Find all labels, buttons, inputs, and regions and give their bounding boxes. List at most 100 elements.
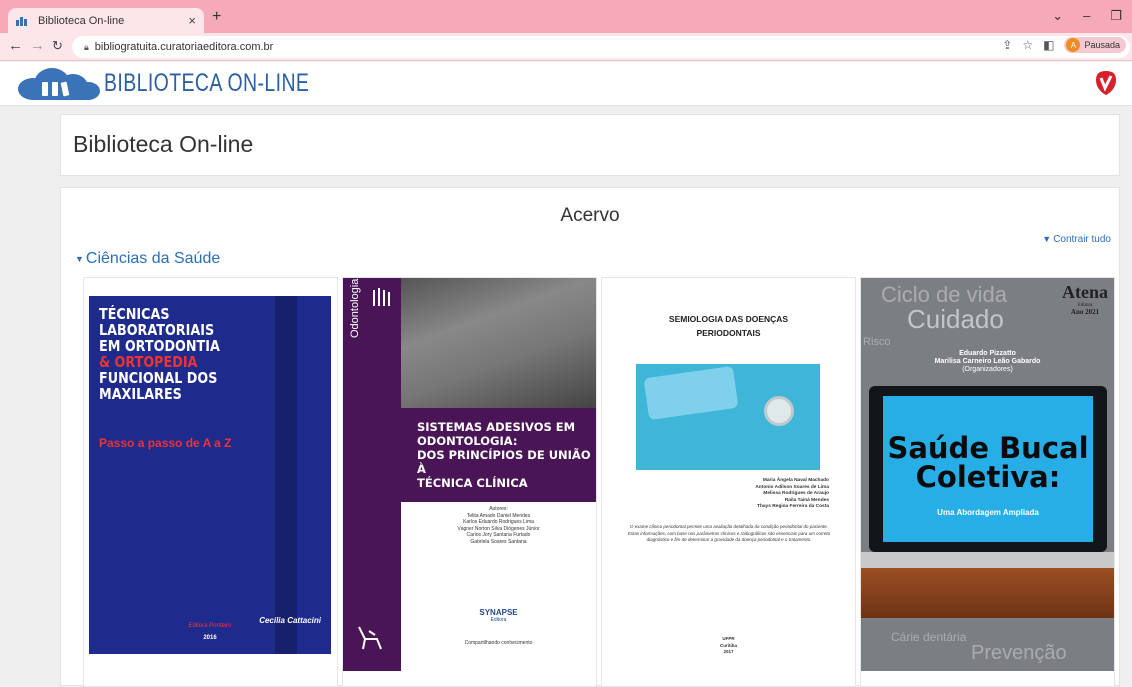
spine-label: Odontologia (349, 278, 361, 338)
book-year: 2016 (203, 635, 217, 641)
toolbar-actions: ⇪ ☆ ◧ A Pausada (1002, 37, 1126, 53)
background-word: Risco (863, 336, 891, 348)
restore-icon[interactable]: ❐ (1110, 8, 1122, 24)
browser-tab[interactable]: Biblioteca On-line × (8, 8, 204, 33)
imprint-line: 2017 (723, 649, 734, 654)
author-name: Gabriela Soares Santana (470, 538, 527, 545)
wood-table-image (861, 568, 1114, 618)
laptop-image: Saúde Bucal Coletiva: Uma Abordagem Ampl… (869, 386, 1107, 552)
page-title-card: Biblioteca On-line (60, 114, 1120, 176)
cover-title-block: SISTEMAS ADESIVOS EM ODONTOLOGIA: DOS PR… (401, 408, 596, 502)
editor-name: Marilisa Carneiro Leão Gabardo (934, 358, 1041, 365)
book-title-line: FUNCIONAL DOS (99, 369, 218, 387)
book-title-line: DOS PRINCÍPIOS DE UNIÃO À (417, 448, 591, 476)
address-bar[interactable]: 🔒︎ bibliogratuita.curatoriaeditora.com.b… (72, 36, 1130, 58)
background-word: Cárie dentária (891, 630, 967, 644)
avatar: A (1066, 38, 1081, 52)
dental-tools-icon (373, 288, 390, 306)
site-logo[interactable]: BIBLIOTECA ON-LINE (18, 66, 367, 100)
tab-search-chevron-icon[interactable]: ⌄ (1052, 8, 1063, 24)
minimize-icon[interactable]: – (1083, 8, 1090, 24)
section-toggle[interactable]: ▼ Ciências da Saúde (75, 250, 220, 268)
book-card[interactable]: Odontologia SISTEMAS ADESIVOS EM ODONTOL… (342, 277, 597, 687)
tab-title: Biblioteca On-line (38, 14, 125, 27)
book-title: SISTEMAS ADESIVOS EM ODONTOLOGIA: DOS PR… (417, 420, 596, 490)
vivaldi-shield-icon[interactable] (1094, 70, 1118, 96)
cover-sidebar: Odontologia (343, 278, 401, 671)
background-word: Cuidado (907, 304, 1004, 334)
book-publisher: Editora Ponteiro (188, 623, 232, 629)
book-title-line: SEMIOLOGIA DAS DOENÇAS (668, 314, 789, 324)
cover-photo (401, 278, 596, 408)
book-title-line: Coletiva: (915, 460, 1061, 494)
forward-arrow-icon[interactable]: → (30, 37, 45, 54)
laptop-screen: Saúde Bucal Coletiva: Uma Abordagem Ampl… (883, 396, 1093, 542)
bookmark-star-icon[interactable]: ☆ (1022, 38, 1033, 52)
lock-icon[interactable]: 🔒︎ (84, 42, 89, 53)
browser-tab-bar: Biblioteca On-line × + ⌄ – ❐ (0, 0, 1132, 33)
window-controls: ⌄ – ❐ (1052, 8, 1122, 24)
site-favicon-icon (16, 16, 30, 26)
dental-chair-icon (358, 626, 382, 650)
reload-icon[interactable]: ↻ (52, 38, 63, 54)
new-tab-button[interactable]: + (212, 8, 221, 26)
book-title-line: & ORTOPEDIA (99, 353, 198, 371)
url-text: bibliogratuita.curatoriaeditora.com.br (94, 41, 274, 53)
cover-photo (636, 364, 820, 470)
author-name: Melissa Rodrigues de Araujo (763, 491, 829, 496)
book-cover[interactable]: Odontologia SISTEMAS ADESIVOS EM ODONTOL… (343, 278, 596, 671)
book-title-line: TÉCNICA CLÍNICA (417, 476, 528, 490)
editor-name: Eduardo Pizzatto (959, 350, 1016, 357)
surgical-mask-image (643, 365, 739, 421)
book-title-line: SISTEMAS ADESIVOS EM (417, 420, 576, 434)
dental-mirror-image (764, 396, 794, 426)
publisher-logo: Atena Editora Ano 2021 (1062, 282, 1108, 316)
site-header: BIBLIOTECA ON-LINE (0, 62, 1132, 106)
caret-down-icon: ▼ (75, 253, 84, 264)
tab-close-icon[interactable]: × (188, 13, 196, 28)
profile-button[interactable]: A Pausada (1064, 37, 1126, 53)
back-arrow-icon[interactable]: ← (8, 37, 23, 54)
caret-down-icon: ▼ (1042, 234, 1052, 245)
book-card[interactable]: Ciclo de vida Cuidado Risco Cárie dentár… (860, 277, 1115, 687)
publisher-name: SYNAPSE (479, 608, 518, 617)
book-editors: Eduardo Pizzatto Marilisa Carneiro Leão … (861, 350, 1114, 374)
browser-toolbar: ← → ↻ 🔒︎ bibliogratuita.curatoriaeditora… (0, 33, 1132, 61)
book-year: Ano 2021 (1070, 308, 1100, 316)
side-panel-icon[interactable]: ◧ (1043, 38, 1054, 52)
cloud-books-icon (18, 66, 100, 100)
page-title: Biblioteca On-line (73, 131, 254, 157)
book-imprint: UFPR Curitiba 2017 (602, 636, 855, 656)
collapse-all-link[interactable]: ▼ Contrair tudo (1042, 234, 1111, 245)
book-title-line: TÉCNICAS (99, 305, 170, 323)
collection-card: Acervo ▼ Contrair tudo ▼ Ciências da Saúde… (60, 187, 1120, 687)
book-title-line: Saúde Bucal (887, 431, 1089, 465)
publisher-logo: SYNAPSE Editora (401, 608, 596, 623)
section-title: Ciências da Saúde (85, 250, 221, 267)
book-title: TÉCNICAS LABORATORIAIS EM ORTODONTIA & O… (99, 306, 220, 402)
book-title-line: LABORATORIAIS (99, 321, 215, 339)
book-subtitle: Uma Abordagem Ampliada (937, 508, 1039, 517)
book-cover[interactable]: Ciclo de vida Cuidado Risco Cárie dentár… (861, 278, 1114, 671)
collapse-all-label: Contrair tudo (1053, 234, 1111, 245)
background-word: Prevenção (971, 642, 1067, 664)
editors-role: (Organizadores) (962, 366, 1013, 373)
book-title: Saúde Bucal Coletiva: (883, 434, 1093, 492)
book-subtitle: Passo a passo de A a Z (99, 436, 232, 450)
book-abstract: O exame clínico periodontal permite uma … (627, 524, 831, 542)
book-title-line: EM ORTODONTIA (99, 337, 220, 355)
author-name: Maria Ângela Naval Machado (762, 478, 829, 483)
book-authors: Maria Ângela Naval Machado Antonio Adils… (755, 478, 829, 511)
book-card[interactable]: SEMIOLOGIA DAS DOENÇAS PERIODONTAIS Mari… (601, 277, 856, 687)
book-title-line: PERIODONTAIS (696, 328, 761, 338)
profile-status: Pausada (1084, 40, 1120, 50)
book-card[interactable]: TÉCNICAS LABORATORIAIS EM ORTODONTIA & O… (83, 277, 338, 687)
share-icon[interactable]: ⇪ (1002, 38, 1012, 52)
publisher-name: Atena (1062, 282, 1108, 302)
book-cover[interactable]: SEMIOLOGIA DAS DOENÇAS PERIODONTAIS Mari… (602, 278, 855, 671)
book-title-line: MAXILARES (99, 385, 182, 403)
book-cover[interactable]: TÉCNICAS LABORATORIAIS EM ORTODONTIA & O… (89, 296, 331, 654)
logo-text: BIBLIOTECA ON-LINE (104, 68, 310, 97)
author-name: Thays Regina Ferreira da Costa (757, 504, 829, 509)
book-title: SEMIOLOGIA DAS DOENÇAS PERIODONTAIS (602, 312, 855, 340)
